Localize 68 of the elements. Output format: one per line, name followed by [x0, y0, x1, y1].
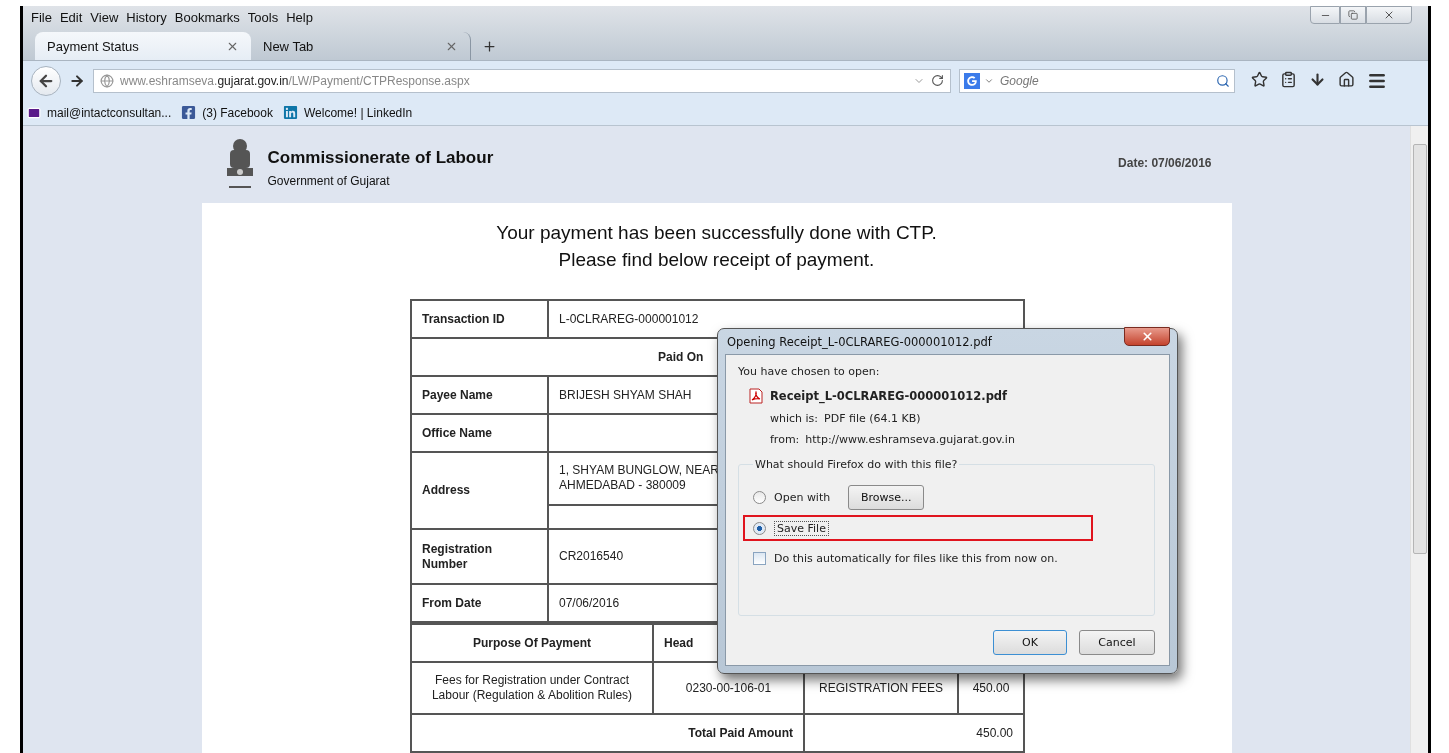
globe-icon [100, 73, 114, 88]
address-field[interactable]: www.eshramseva.gujarat.gov.in/LW/Payment/CTPResponse.aspx [93, 68, 951, 93]
bookmark-link[interactable]: Welcome! | LinkedIn [282, 105, 413, 120]
group-legend: What should Firefox do with this file? [753, 458, 960, 471]
radio-button[interactable] [753, 521, 766, 535]
close-icon [1383, 9, 1395, 21]
scrollbar[interactable] [1410, 126, 1428, 753]
success-message: Your payment has been successfully done with CTP. [496, 221, 937, 245]
close-icon [1140, 330, 1154, 343]
search-input[interactable]: Google [998, 72, 1212, 89]
browser-tab[interactable]: Payment Status [35, 32, 251, 60]
info-label: which is: [770, 412, 819, 425]
plus-icon [481, 38, 497, 54]
close-button[interactable] [1124, 327, 1170, 346]
back-button[interactable] [31, 65, 61, 96]
bookmark-link[interactable]: mail@intactconsultan... [27, 105, 172, 120]
home-icon[interactable] [1338, 70, 1355, 88]
dialog-text: You have chosen to open: [738, 365, 881, 378]
checkbox[interactable] [753, 551, 766, 565]
menu-item[interactable]: History [122, 9, 171, 25]
restore-icon [1348, 10, 1358, 20]
table-cell: From Date [411, 584, 548, 622]
table-header-cell: Purpose Of Payment [411, 624, 653, 662]
info-value: http://www.eshramseva.gujarat.gov.in [805, 433, 1015, 446]
reading-list-icon[interactable] [1280, 70, 1297, 88]
success-message: Please find below receipt of payment. [558, 248, 875, 272]
radio-label[interactable]: Save File [774, 520, 829, 536]
menu-item[interactable]: Tools [243, 9, 283, 25]
radio-button[interactable] [753, 490, 766, 504]
site-title: Commissionerate of Labour [267, 148, 494, 168]
site-subtitle: Government of Gujarat [267, 174, 391, 188]
forward-arrow-icon [69, 72, 85, 89]
date-text: Date: 07/06/2016 [1118, 156, 1212, 170]
star-icon[interactable] [1251, 70, 1268, 88]
tab-title: Payment Status [47, 38, 140, 54]
table-cell: Address [411, 452, 548, 529]
info-label: from: [770, 433, 800, 446]
table-cell: Total Paid Amount [411, 714, 804, 752]
bookmark-link[interactable]: (3) Facebook [181, 105, 273, 120]
table-cell: Payee Name [411, 376, 548, 414]
radio-label[interactable]: Open with [774, 490, 831, 504]
menu-item[interactable]: Edit [55, 9, 87, 25]
linkedin-icon [282, 105, 298, 120]
table-cell: Transaction ID [411, 300, 548, 338]
reload-icon[interactable] [931, 74, 944, 87]
dialog-button[interactable]: Cancel [1079, 630, 1155, 655]
table-cell: Office Name [411, 414, 548, 452]
search-field[interactable]: Google [959, 68, 1235, 93]
url-text: www.eshramseva.gujarat.gov.in/LW/Payment/CTPResponse.aspx [120, 73, 471, 88]
menu-item[interactable]: Bookmarks [170, 9, 244, 25]
restore-button[interactable] [1340, 6, 1366, 24]
mail-icon [27, 105, 41, 120]
table-cell: Fees for Registration under Contract Labour (Regulation & Abolition Rules) [411, 662, 653, 714]
table-cell: 450.00 [804, 714, 1024, 752]
pdf-file-icon [748, 388, 764, 404]
download-icon[interactable] [1309, 70, 1326, 88]
file-name: Receipt_L-0CLRAREG-000001012.pdf [770, 389, 1008, 403]
menu-item[interactable]: View [86, 9, 123, 25]
tab-title: New Tab [263, 38, 315, 54]
info-value: PDF file (64.1 KB) [824, 412, 921, 425]
google-logo-icon [964, 72, 980, 89]
facebook-icon [181, 105, 197, 120]
menu-item[interactable]: File [27, 9, 56, 25]
browse-button[interactable]: Browse... [848, 484, 925, 510]
search-icon[interactable] [1216, 73, 1230, 88]
table-cell: Registration Number [411, 529, 548, 584]
dialog-button[interactable]: OK [993, 630, 1067, 655]
menu-item[interactable]: Help [282, 9, 317, 25]
